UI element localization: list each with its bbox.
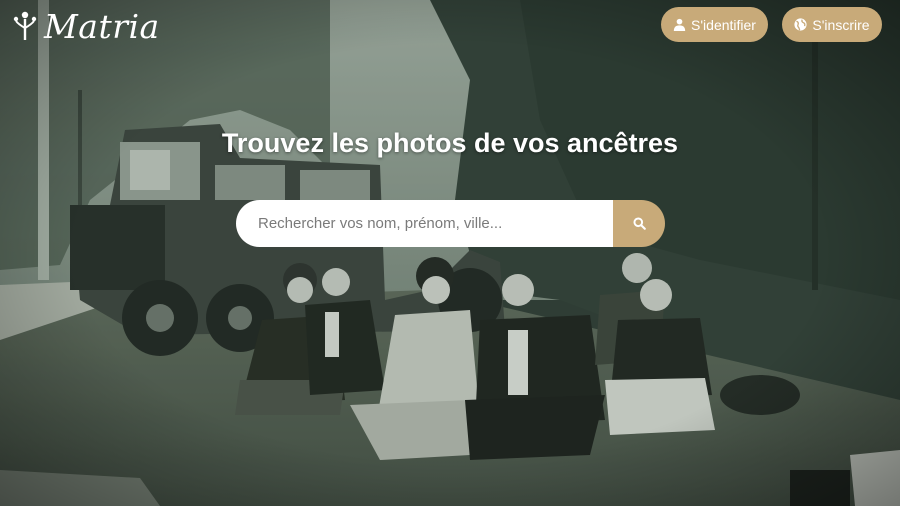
brand-logo[interactable]: Matria	[12, 6, 160, 46]
signup-button-label: S'inscrire	[812, 16, 870, 33]
tree-figure-icon	[13, 11, 37, 40]
search-icon	[632, 217, 646, 230]
login-button[interactable]: S'identifier	[661, 7, 768, 42]
user-icon	[673, 18, 686, 31]
hero-background-photo	[0, 0, 900, 506]
vintage-photo-illustration	[0, 0, 900, 506]
login-button-label: S'identifier	[691, 16, 756, 33]
hero-headline: Trouvez les photos de vos ancêtres	[221, 128, 679, 158]
globe-icon	[794, 18, 808, 31]
search-input[interactable]	[236, 200, 613, 247]
search-bar	[236, 200, 665, 247]
search-button[interactable]	[613, 200, 665, 247]
signup-button[interactable]: S'inscrire	[782, 7, 882, 42]
brand-name: Matria	[44, 6, 160, 46]
